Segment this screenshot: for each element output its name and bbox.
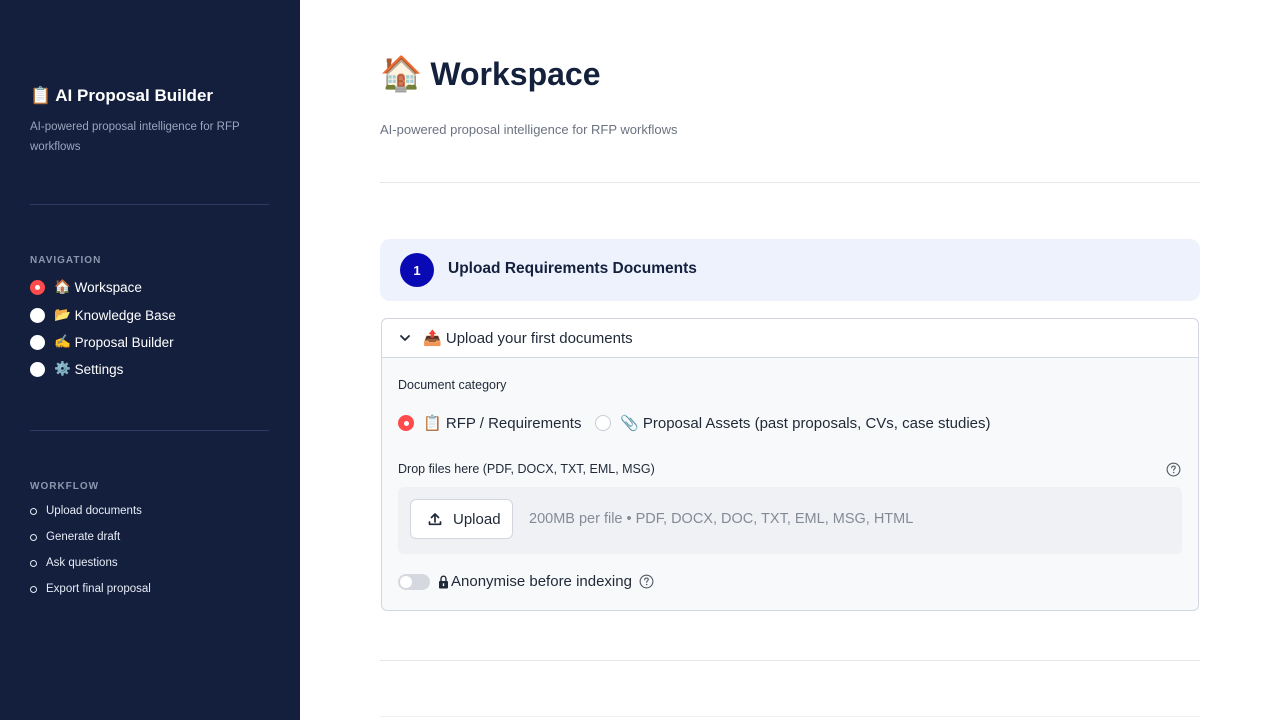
page-title: 🏠 Workspace xyxy=(380,54,601,94)
sidebar-divider xyxy=(30,204,269,205)
clipboard-icon: 📋 xyxy=(423,415,442,432)
document-category-label: Document category xyxy=(398,378,507,392)
upload-button[interactable]: Upload xyxy=(410,499,513,539)
brand-subtitle: AI-powered proposal intelligence for RFP… xyxy=(30,121,240,153)
expander-title-text: Upload your first documents xyxy=(445,330,633,347)
step-number-badge: 1 xyxy=(400,253,434,287)
upload-button-label: Upload xyxy=(453,510,501,528)
page-title-text: Workspace xyxy=(430,55,601,92)
sidebar-item-settings[interactable]: ⚙️ Settings xyxy=(30,358,123,380)
help-icon[interactable] xyxy=(1166,462,1181,477)
radio-unselected-icon xyxy=(30,334,45,350)
radio-selected-icon xyxy=(398,415,414,431)
radio-label: RFP / Requirements xyxy=(445,414,582,432)
workflow-item: Export final proposal xyxy=(30,580,151,598)
workflow-item-label: Ask questions xyxy=(46,557,118,569)
expander-header[interactable]: 📤 Upload your first documents xyxy=(382,319,1198,358)
main-divider xyxy=(380,660,1200,661)
radio-rfp-requirements[interactable]: 📋 RFP / Requirements xyxy=(398,414,581,432)
workflow-item-label: Generate draft xyxy=(46,531,121,543)
writing-hand-icon: ✍️ xyxy=(54,334,71,349)
workflow-item: Ask questions xyxy=(30,554,118,572)
toggle-label: Anonymise before indexing xyxy=(451,573,632,590)
sidebar-item-knowledge-base[interactable]: 📂 Knowledge Base xyxy=(30,304,176,326)
house-icon: 🏠 xyxy=(380,55,423,93)
paperclip-icon: 📎 xyxy=(620,415,639,432)
page-subtitle: AI-powered proposal intelligence for RFP… xyxy=(380,122,678,137)
file-dropzone[interactable]: Upload 200MB per file • PDF, DOCX, DOC, … xyxy=(398,487,1182,554)
bullet-icon xyxy=(30,585,37,593)
main-divider xyxy=(380,182,1200,183)
bullet-icon xyxy=(30,507,37,515)
house-icon: 🏠 xyxy=(54,279,71,294)
workflow-item: Generate draft xyxy=(30,528,120,546)
workflow-item: Upload documents xyxy=(30,502,142,520)
brand-title-text: AI Proposal Builder xyxy=(55,86,214,105)
sidebar-divider xyxy=(30,430,269,431)
expander-title: 📤 Upload your first documents xyxy=(423,329,633,347)
workflow-label: WORKFLOW xyxy=(30,481,100,492)
folder-icon: 📂 xyxy=(54,307,71,322)
sidebar-item-label: Knowledge Base xyxy=(74,307,176,323)
sidebar: 📋 AI Proposal Builder AI-powered proposa… xyxy=(0,0,300,720)
help-icon[interactable] xyxy=(639,574,654,589)
sidebar-item-label: Settings xyxy=(74,361,124,377)
outbox-tray-icon: 📤 xyxy=(423,330,442,347)
bullet-icon xyxy=(30,533,37,541)
lock-icon xyxy=(439,574,448,588)
radio-unselected-icon xyxy=(30,361,45,377)
gear-icon: ⚙️ xyxy=(54,361,71,376)
brand-title: 📋 AI Proposal Builder xyxy=(30,86,213,106)
clipboard-icon: 📋 xyxy=(30,86,52,105)
radio-unselected-icon xyxy=(595,415,611,431)
dropzone-hint: 200MB per file • PDF, DOCX, DOC, TXT, EM… xyxy=(529,511,914,527)
main-divider xyxy=(380,716,1200,717)
sidebar-item-label: Workspace xyxy=(74,279,142,295)
anonymise-toggle[interactable] xyxy=(398,573,430,590)
workflow-item-label: Upload documents xyxy=(46,505,142,517)
bullet-icon xyxy=(30,559,37,567)
step-card: 1 Upload Requirements Documents xyxy=(380,239,1200,301)
radio-selected-icon xyxy=(30,279,45,295)
step-title: Upload Requirements Documents xyxy=(448,260,697,277)
upload-icon xyxy=(428,513,442,526)
radio-unselected-icon xyxy=(30,307,45,323)
sidebar-item-workspace[interactable]: 🏠 Workspace xyxy=(30,276,142,298)
navigation-label: NAVIGATION xyxy=(30,255,102,266)
radio-proposal-assets[interactable]: 📎 Proposal Assets (past proposals, CVs, … xyxy=(595,414,991,432)
anonymise-toggle-row: Anonymise before indexing xyxy=(398,573,654,590)
radio-label: Proposal Assets (past proposals, CVs, ca… xyxy=(642,414,991,432)
upload-expander: 📤 Upload your first documents Document c… xyxy=(381,318,1199,611)
chevron-down-icon xyxy=(400,335,410,341)
sidebar-item-proposal-builder[interactable]: ✍️ Proposal Builder xyxy=(30,331,174,353)
dropzone-label: Drop files here (PDF, DOCX, TXT, EML, MS… xyxy=(398,462,655,476)
workflow-item-label: Export final proposal xyxy=(46,583,151,595)
sidebar-item-label: Proposal Builder xyxy=(74,334,174,350)
